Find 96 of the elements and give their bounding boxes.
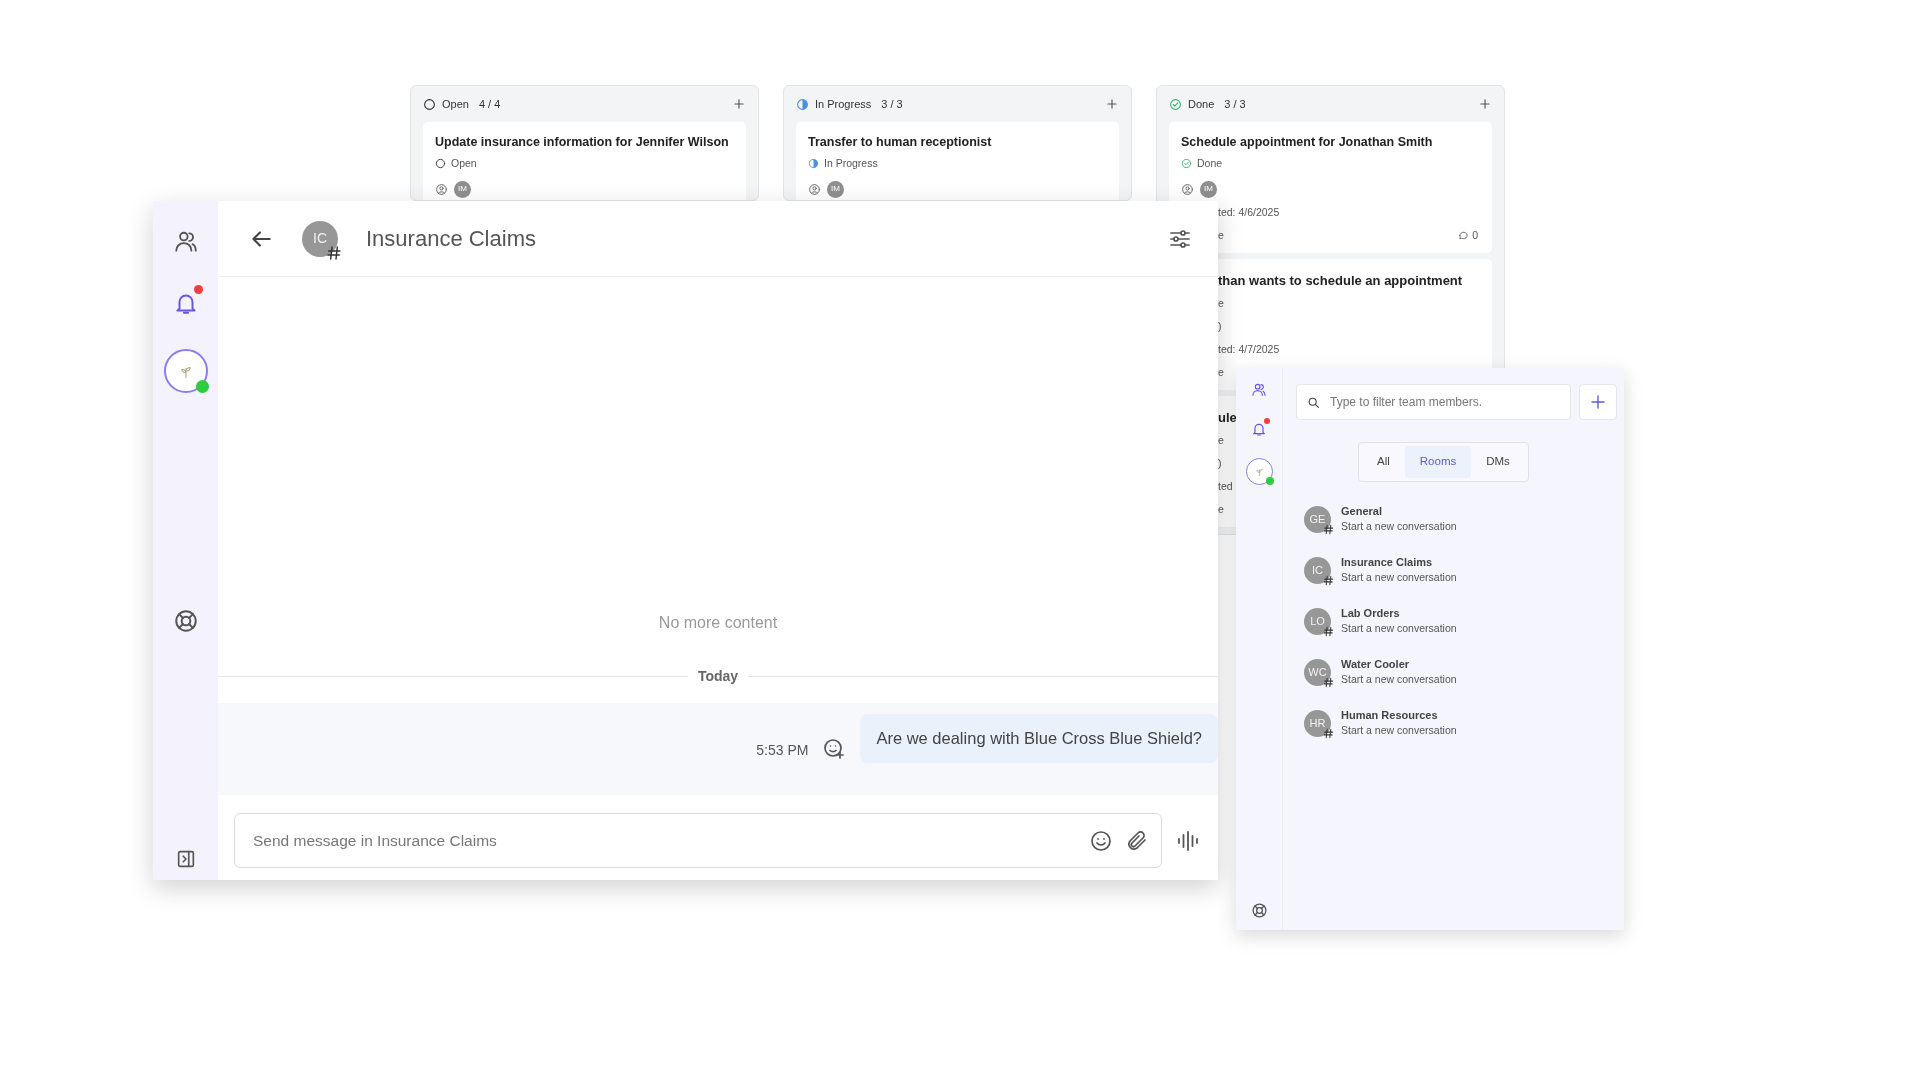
person-icon (808, 182, 821, 196)
hash-icon (1323, 727, 1334, 739)
check-circle-icon (1181, 157, 1192, 169)
person-icon (1181, 182, 1194, 196)
task-meta: ) (1218, 318, 1222, 334)
room-item[interactable]: WC Water Cooler Start a new conversation (1296, 657, 1617, 687)
room-item[interactable]: GE General Start a new conversation (1296, 504, 1617, 534)
task-status: Open (451, 156, 477, 171)
hash-icon (1323, 574, 1334, 586)
half-circle-icon (796, 97, 809, 111)
task-card[interactable]: Update insurance information for Jennifer Wilson Open IM (423, 122, 746, 200)
task-meta: e (1218, 295, 1224, 311)
open-circle-icon (423, 97, 436, 111)
date-divider: Today (696, 666, 740, 686)
task-meta: ted (1218, 478, 1233, 494)
filter-tab[interactable]: DMs (1471, 446, 1525, 478)
column-title: In Progress (815, 96, 872, 112)
lifebuoy-icon[interactable] (1250, 902, 1268, 919)
room-name: Human Resources (1341, 708, 1439, 723)
room-name: General (1341, 504, 1383, 519)
room-name: Insurance Claims (1341, 555, 1434, 570)
room-subtitle: Start a new conversation (1341, 723, 1457, 738)
room-subtitle: Start a new conversation (1341, 570, 1457, 585)
filter-tab[interactable]: All (1362, 446, 1405, 478)
task-meta: e (1218, 501, 1224, 517)
column-title: Open (442, 96, 469, 112)
comment-icon (1458, 230, 1470, 241)
plus-icon[interactable] (1105, 97, 1119, 111)
search-field[interactable]: Type to filter team members. (1328, 392, 1560, 412)
avatar-initials: IC (1312, 562, 1323, 578)
hash-icon (1323, 523, 1334, 535)
task-meta: e (1218, 432, 1224, 448)
avatar-initials: WC (1308, 664, 1327, 680)
task-title: than wants to schedule an appointment (1218, 271, 1463, 290)
task-title: Transfer to human receptionist (808, 134, 993, 151)
room-name: Lab Orders (1341, 606, 1401, 621)
open-circle-icon (435, 157, 446, 169)
room-item[interactable]: IC Insurance Claims Start a new conversation (1296, 555, 1617, 585)
column-count: 4 / 4 (478, 96, 501, 112)
task-title: Schedule appointment for Jonathan Smith (1181, 134, 1434, 151)
hash-icon (1323, 676, 1334, 688)
room-subtitle: Start a new conversation (1341, 519, 1457, 534)
half-circle-icon (808, 157, 819, 169)
task-title: ule (1218, 408, 1237, 427)
avatar-initials: GE (1309, 511, 1326, 527)
filter-tab[interactable]: Rooms (1404, 446, 1472, 478)
room-subtitle: Start a new conversation (1341, 621, 1457, 636)
end-note: No more content (658, 614, 778, 631)
check-circle-icon (1169, 97, 1182, 111)
composer-field[interactable]: Send message in Insurance Claims (234, 813, 1162, 868)
task-meta: e (1218, 364, 1224, 380)
plus-icon[interactable] (732, 97, 746, 111)
plus-icon (1589, 393, 1607, 411)
lifebuoy-icon[interactable] (172, 608, 199, 634)
search-icon (1307, 395, 1320, 409)
avatar-initials: LO (1310, 613, 1325, 629)
column-title: Done (1188, 96, 1215, 112)
room-title: Insurance Claims (366, 225, 536, 253)
room-name: Water Cooler (1341, 657, 1411, 672)
assignee-avatar: IM (454, 180, 471, 198)
add-button[interactable] (1579, 384, 1617, 420)
person-icon (435, 182, 448, 196)
profile-avatar[interactable] (163, 349, 208, 393)
people-icon[interactable] (172, 229, 199, 255)
column-count: 3 / 3 (881, 96, 903, 112)
room-item[interactable]: HR Human Resources Start a new conversation (1296, 708, 1617, 738)
avatar-initials: IC (313, 229, 327, 248)
task-meta: ted: 4/7/2025 (1218, 341, 1280, 357)
task-title: Update insurance information for Jennifer Wilson (435, 134, 730, 151)
assignee-avatar: IM (827, 180, 844, 198)
avatar-initials: HR (1309, 715, 1326, 731)
room-item[interactable]: LO Lab Orders Start a new conversation (1296, 606, 1617, 636)
task-status: Done (1197, 156, 1223, 171)
hash-icon (1323, 625, 1334, 637)
message-bubble: Are we dealing with Blue Cross Blue Shield? (860, 714, 1218, 763)
assignee-avatar: IM (1200, 180, 1217, 198)
paperclip-icon[interactable] (1125, 828, 1149, 853)
message-time: 5:53 PM (756, 741, 809, 760)
hash-icon (326, 244, 342, 261)
task-meta: ted: 4/6/2025 (1218, 204, 1280, 220)
smiley-icon[interactable] (1089, 828, 1113, 853)
task-card[interactable]: Transfer to human receptionist In Progress IM (796, 122, 1119, 200)
task-meta: ) (1218, 455, 1222, 471)
column-count: 3 / 3 (1224, 96, 1246, 112)
add-reaction-icon[interactable] (822, 736, 847, 760)
task-status: In Progress (824, 156, 878, 171)
task-card[interactable]: Schedule appointment for Jonathan Smith Done IM (1169, 122, 1492, 201)
voice-wave-icon[interactable] (1176, 828, 1200, 853)
task-meta: e (1218, 227, 1224, 243)
comment-count: 0 (1472, 227, 1478, 243)
bell-icon[interactable] (1251, 421, 1267, 437)
plus-icon[interactable] (1478, 97, 1492, 111)
people-icon[interactable] (1251, 382, 1267, 398)
search-box[interactable]: Type to filter team members. (1296, 384, 1571, 420)
room-subtitle: Start a new conversation (1341, 672, 1457, 687)
message-input[interactable]: Send message in Insurance Claims (251, 827, 1077, 854)
